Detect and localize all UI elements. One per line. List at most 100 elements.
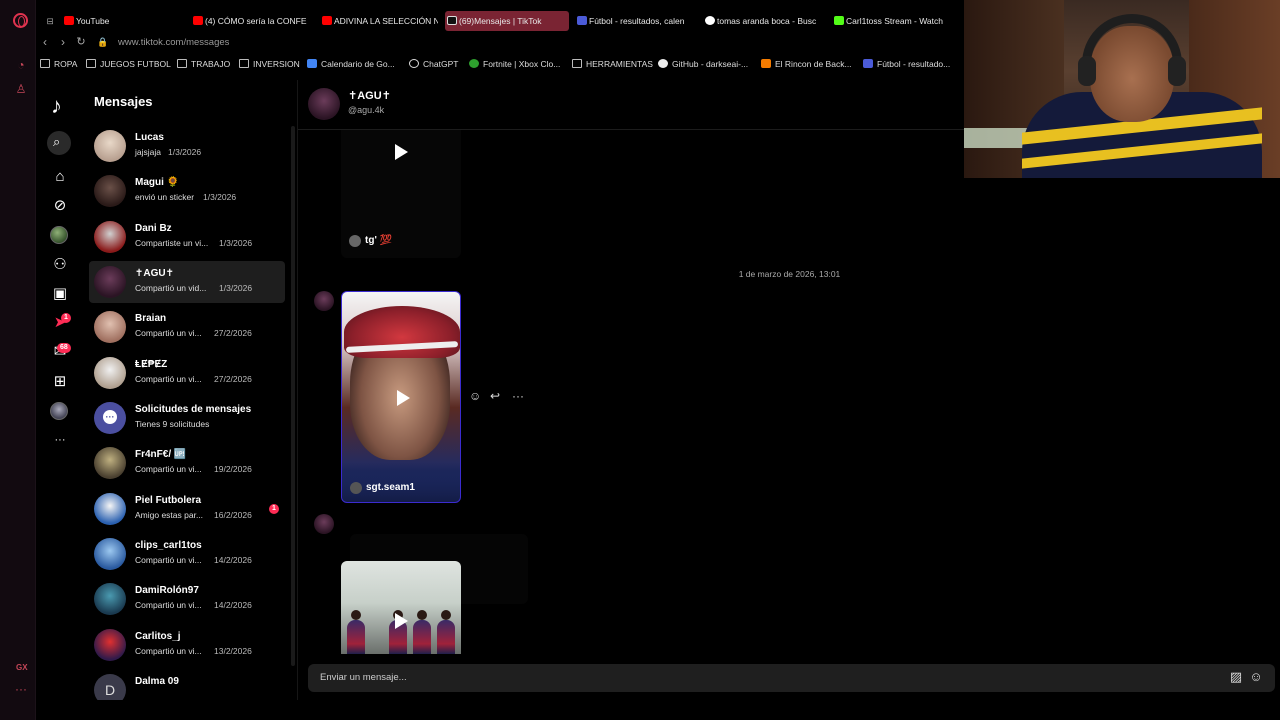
bookmark-calendario[interactable]: Calendario de Go... xyxy=(307,59,395,69)
tab-video-2[interactable]: (4) CÓMO sería la CONFE xyxy=(191,11,309,31)
tab-youtube[interactable]: YouTube xyxy=(62,11,190,31)
avatar xyxy=(94,583,126,615)
avatar[interactable] xyxy=(314,514,334,534)
bookmark-fortnite-xbox[interactable]: Fortnite | Xbox Clo... xyxy=(469,59,560,69)
avatar: D xyxy=(94,674,126,700)
conversation-item[interactable]: Dani Bz Compartiste un vi... 1/3/2026 xyxy=(89,216,285,258)
conversation-item[interactable]: D Dalma 09 xyxy=(89,669,285,700)
more-icon[interactable]: ··· xyxy=(50,430,70,450)
profile-avatar[interactable] xyxy=(50,402,68,420)
youtube-icon xyxy=(322,16,332,25)
tab-google-search[interactable]: tomas aranda boca - Busc xyxy=(703,11,819,31)
activity-badge: 1 xyxy=(61,313,71,323)
avatar xyxy=(94,357,126,389)
headset-icon xyxy=(1082,14,1182,70)
conversation-item[interactable]: Carlitos_j Compartió un vi... 13/2/2026 xyxy=(89,624,285,666)
messages-badge: 68 xyxy=(57,343,71,353)
forward-icon[interactable]: › xyxy=(56,35,70,49)
emoji-icon[interactable]: ☺ xyxy=(1249,670,1263,684)
search-button[interactable]: ⌕ xyxy=(47,131,71,155)
folder-icon xyxy=(40,59,50,68)
following-avatar[interactable] xyxy=(50,226,68,244)
bookmark-juegos-futbol[interactable]: JUEGOS FUTBOL xyxy=(86,59,171,69)
chat-header: ✝AGU✝ @agu.4k xyxy=(298,80,965,130)
avatar[interactable] xyxy=(314,291,334,311)
bookmarks-bar: ROPA JUEGOS FUTBOL TRABAJO INVERSION Cal… xyxy=(36,56,964,74)
avatar xyxy=(94,266,126,298)
conversation-item[interactable]: ⱠɆ₱ɆZ Compartió un vi... 27/2/2026 xyxy=(89,352,285,394)
avatar xyxy=(94,629,126,661)
webcam-overlay xyxy=(964,0,1280,178)
messages-title: Mensajes xyxy=(94,94,153,109)
conversation-item-selected[interactable]: ✝AGU✝ Compartió un vid... 1/3/2026 xyxy=(89,261,285,303)
folder-icon xyxy=(177,59,187,68)
conversation-item[interactable]: Magui 🌻 envió un sticker 1/3/2026 xyxy=(89,170,285,212)
youtube-icon xyxy=(64,16,74,25)
bookmark-trabajo[interactable]: TRABAJO xyxy=(177,59,230,69)
tiktok-icon xyxy=(447,16,457,25)
live-icon[interactable]: ▣ xyxy=(50,284,70,304)
bookmark-rincon-back[interactable]: El Rincon de Back... xyxy=(761,59,852,69)
reload-icon[interactable]: ↻ xyxy=(74,35,88,48)
back-icon[interactable]: ‹ xyxy=(38,35,52,49)
chat-contact-handle[interactable]: @agu.4k xyxy=(348,105,384,115)
bookmark-chatgpt[interactable]: ChatGPT xyxy=(409,59,458,69)
play-icon xyxy=(397,390,410,406)
more-options-icon[interactable]: ··· xyxy=(14,682,28,696)
search-icon: ⌕ xyxy=(53,134,61,149)
avatar xyxy=(94,221,126,253)
video-caption: sgt.seam1 xyxy=(350,482,415,494)
conversation-item[interactable]: clips_carl1tos Compartió un vi... 14/2/2… xyxy=(89,533,285,575)
gx-control-icon[interactable]: ◔ xyxy=(14,58,28,72)
video-thumbnail-person xyxy=(413,610,431,654)
tab-futbol[interactable]: Fútbol - resultados, calen xyxy=(575,11,689,31)
shared-video-1[interactable]: tg' 💯 xyxy=(341,130,461,258)
conversation-scrollbar[interactable] xyxy=(291,126,295,666)
avatar xyxy=(94,311,126,343)
conversation-item[interactable]: Lucas jajsjaja 1/3/2026 xyxy=(89,125,285,167)
tab-strip: ⊟ YouTube (4) CÓMO sería la CONFE ADIVIN… xyxy=(36,10,964,32)
google-icon xyxy=(705,16,715,25)
chat-bubble-icon: ··· xyxy=(103,410,117,424)
message-actions: ☺ ↩ ··· xyxy=(469,389,529,403)
friends-icon[interactable]: ⚇ xyxy=(50,255,70,275)
avatar[interactable] xyxy=(308,88,340,120)
tab-video-3[interactable]: ADIVINA LA SELECCIÓN N xyxy=(320,11,438,31)
conversation-item[interactable]: DamiRolón97 Compartió un vi... 14/2/2026 xyxy=(89,578,285,620)
bookmark-herramientas[interactable]: HERRAMIENTAS xyxy=(572,59,653,69)
explore-icon[interactable]: ⊘ xyxy=(50,196,70,216)
chat-contact-name[interactable]: ✝AGU✝ xyxy=(348,89,391,102)
conversation-item[interactable]: Fr4nF€/ 🆙 Compartió un vi... 19/2/2026 xyxy=(89,442,285,484)
tiktok-logo-icon[interactable]: ♪ xyxy=(51,93,62,119)
reply-icon[interactable]: ↩ xyxy=(490,389,500,403)
bookmark-futbol-resultados[interactable]: Fútbol - resultado... xyxy=(863,59,950,69)
bookmark-ropa[interactable]: ROPA xyxy=(40,59,77,69)
shared-video-2[interactable]: sgt.seam1 xyxy=(341,291,461,503)
upload-icon[interactable]: ⊞ xyxy=(50,372,70,392)
tab-manager-icon[interactable]: ⊟ xyxy=(38,11,62,31)
tab-tiktok-messages[interactable]: (69)Mensajes | TikTok xyxy=(445,11,569,31)
home-icon[interactable]: ⌂ xyxy=(50,167,70,187)
conversation-item[interactable]: Piel Futbolera Amigo estas par... 16/2/2… xyxy=(89,488,285,530)
xbox-icon xyxy=(469,59,479,68)
image-upload-icon[interactable]: ▨ xyxy=(1229,670,1243,684)
gx-corner-icon[interactable]: ♙ xyxy=(14,82,28,96)
bookmark-inversion[interactable]: INVERSION xyxy=(239,59,300,69)
url-field[interactable]: www.tiktok.com/messages xyxy=(118,37,229,48)
github-icon xyxy=(658,59,668,68)
kick-icon xyxy=(834,16,844,25)
message-composer[interactable]: Enviar un mensaje... ▨ ☺ xyxy=(308,664,1275,692)
more-icon[interactable]: ··· xyxy=(512,389,524,403)
message-requests-item[interactable]: ··· Solicitudes de mensajes Tienes 9 sol… xyxy=(89,397,285,439)
shared-video-3[interactable] xyxy=(341,561,461,654)
conversation-list: Mensajes Lucas jajsjaja 1/3/2026 Magui 🌻… xyxy=(84,80,296,700)
video-thumbnail-person xyxy=(347,610,365,654)
conversation-item[interactable]: Braian Compartió un vi... 27/2/2026 xyxy=(89,306,285,348)
tab-kick-stream[interactable]: Carl1toss Stream - Watch xyxy=(832,11,950,31)
opera-logo-icon[interactable] xyxy=(13,13,28,28)
unread-badge: 1 xyxy=(269,504,279,514)
bookmark-github[interactable]: GitHub - darkseai-... xyxy=(658,59,748,69)
emoji-reaction-icon[interactable]: ☺ xyxy=(469,389,481,403)
address-bar: ‹ › ↻ 🔒 www.tiktok.com/messages xyxy=(36,33,964,53)
message-input[interactable]: Enviar un mensaje... xyxy=(320,672,407,683)
